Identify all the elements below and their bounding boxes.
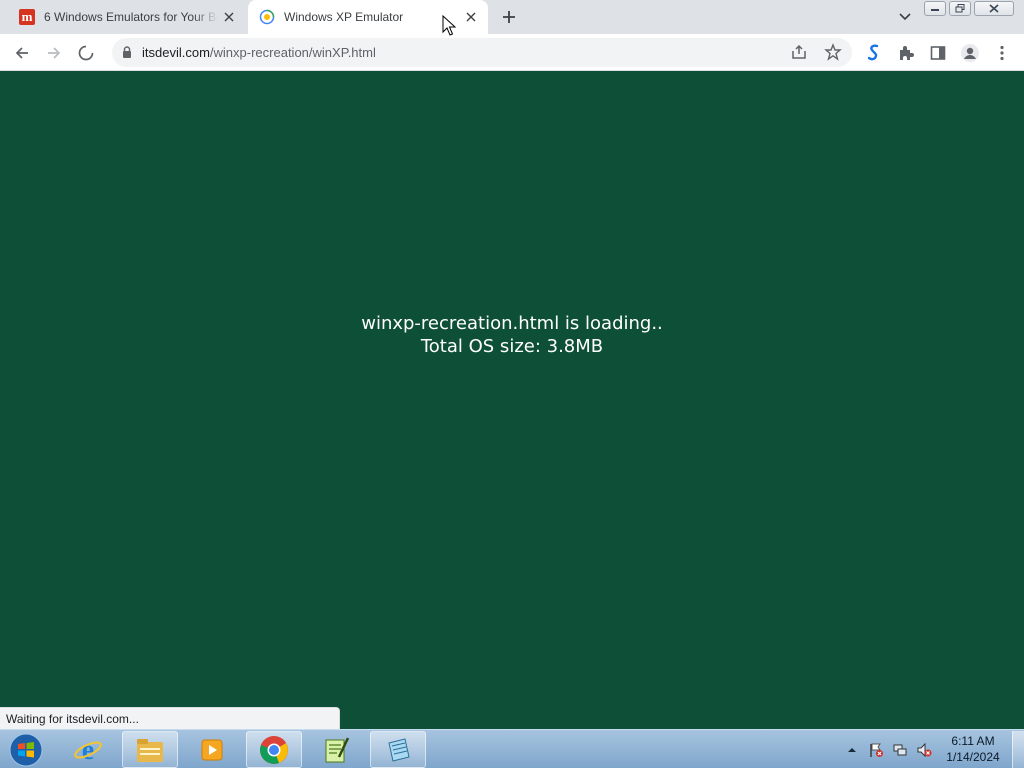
- show-hidden-icons-button[interactable]: [844, 742, 860, 758]
- profile-button[interactable]: [956, 39, 984, 67]
- menu-button[interactable]: [988, 39, 1016, 67]
- window-controls: [921, 1, 1014, 16]
- clock-time: 6:11 AM: [951, 734, 995, 748]
- extension-s-icon: [867, 44, 879, 61]
- forward-button[interactable]: [40, 39, 68, 67]
- page-viewport: winxp-recreation.html is loading.. Total…: [0, 71, 1024, 729]
- extension-button[interactable]: [860, 39, 888, 67]
- close-tab-icon[interactable]: [218, 6, 240, 28]
- volume-muted-icon: [917, 742, 932, 757]
- start-button[interactable]: [6, 732, 46, 768]
- plus-icon: [503, 11, 515, 23]
- close-icon: [989, 4, 999, 13]
- taskbar-chrome[interactable]: [246, 731, 302, 768]
- address-bar[interactable]: itsdevil.com/winxp-recreation/winXP.html: [112, 38, 852, 67]
- loading-favicon-icon: [259, 9, 275, 25]
- notepad-icon: [388, 737, 410, 762]
- lock-icon: [123, 46, 131, 58]
- restore-button[interactable]: [949, 1, 971, 16]
- loading-line-file: winxp-recreation.html is loading..: [361, 313, 663, 334]
- stop-loading-icon: [78, 45, 94, 61]
- loading-message: winxp-recreation.html is loading.. Total…: [0, 312, 1024, 358]
- flag-warning-icon: [870, 743, 883, 757]
- side-panel-icon: [930, 46, 946, 60]
- share-icon[interactable]: [790, 43, 808, 61]
- close-window-button[interactable]: [974, 1, 1014, 16]
- kebab-menu-icon: [1000, 45, 1004, 61]
- forward-arrow-icon: [48, 47, 61, 59]
- clock[interactable]: 6:11 AM 1/14/2024: [940, 733, 1006, 765]
- taskbar: e 6:11 AM 1/14/2024: [0, 729, 1024, 768]
- tab-title: Windows XP Emulator: [284, 10, 404, 24]
- network-icon: [893, 744, 907, 755]
- svg-text:e: e: [82, 735, 94, 765]
- url-path: /winxp-recreation/winXP.html: [209, 45, 376, 60]
- taskbar-notepad-plus[interactable]: [308, 731, 364, 768]
- minimize-button[interactable]: [924, 1, 946, 16]
- internet-explorer-icon: e: [74, 735, 102, 765]
- url-host: itsdevil.com: [142, 45, 210, 60]
- notepad-plus-icon: [325, 736, 350, 762]
- media-player-icon: [201, 739, 223, 760]
- clock-date: 1/14/2024: [946, 750, 1000, 764]
- tab-strip: m 6 Windows Emulators for Your Browser W…: [0, 0, 1024, 34]
- chevron-down-icon: [899, 13, 911, 21]
- status-bubble: Waiting for itsdevil.com...: [0, 707, 340, 729]
- action-center-tray[interactable]: [868, 742, 884, 758]
- puzzle-icon: [900, 46, 914, 60]
- tab-windows-emulators[interactable]: m 6 Windows Emulators for Your Browser: [8, 0, 246, 34]
- taskbar-file-explorer[interactable]: [122, 731, 178, 768]
- chevron-up-icon: [848, 747, 856, 752]
- star-icon[interactable]: [824, 43, 842, 61]
- url-text: itsdevil.com/winxp-recreation/winXP.html: [142, 45, 376, 60]
- makeuseof-favicon-icon: m: [19, 9, 35, 25]
- back-arrow-icon: [15, 47, 28, 59]
- extensions-button[interactable]: [892, 39, 920, 67]
- mouse-cursor-icon: [442, 15, 456, 36]
- browser-toolbar: itsdevil.com/winxp-recreation/winXP.html: [0, 34, 1024, 71]
- taskbar-media-player[interactable]: [184, 731, 240, 768]
- windows-orb-icon: [9, 733, 43, 767]
- network-tray[interactable]: [892, 742, 908, 758]
- close-tab-icon[interactable]: [460, 6, 482, 28]
- chrome-icon: [260, 735, 288, 764]
- tab-search-button[interactable]: [894, 6, 916, 28]
- side-panel-button[interactable]: [924, 39, 952, 67]
- stop-loading-button[interactable]: [72, 39, 100, 67]
- profile-icon: [961, 44, 979, 62]
- tab-title: 6 Windows Emulators for Your Browser: [44, 10, 218, 24]
- loading-line-size: Total OS size: 3.8MB: [420, 336, 604, 357]
- show-desktop-button[interactable]: [1012, 731, 1024, 768]
- system-tray: [844, 730, 940, 768]
- volume-tray[interactable]: [916, 742, 932, 758]
- new-tab-button[interactable]: [498, 6, 520, 28]
- taskbar-notepad[interactable]: [370, 731, 426, 768]
- file-explorer-icon: [137, 738, 163, 762]
- restore-icon: [955, 4, 965, 13]
- taskbar-internet-explorer[interactable]: e: [60, 731, 116, 768]
- minimize-icon: [931, 8, 939, 11]
- back-button[interactable]: [8, 39, 36, 67]
